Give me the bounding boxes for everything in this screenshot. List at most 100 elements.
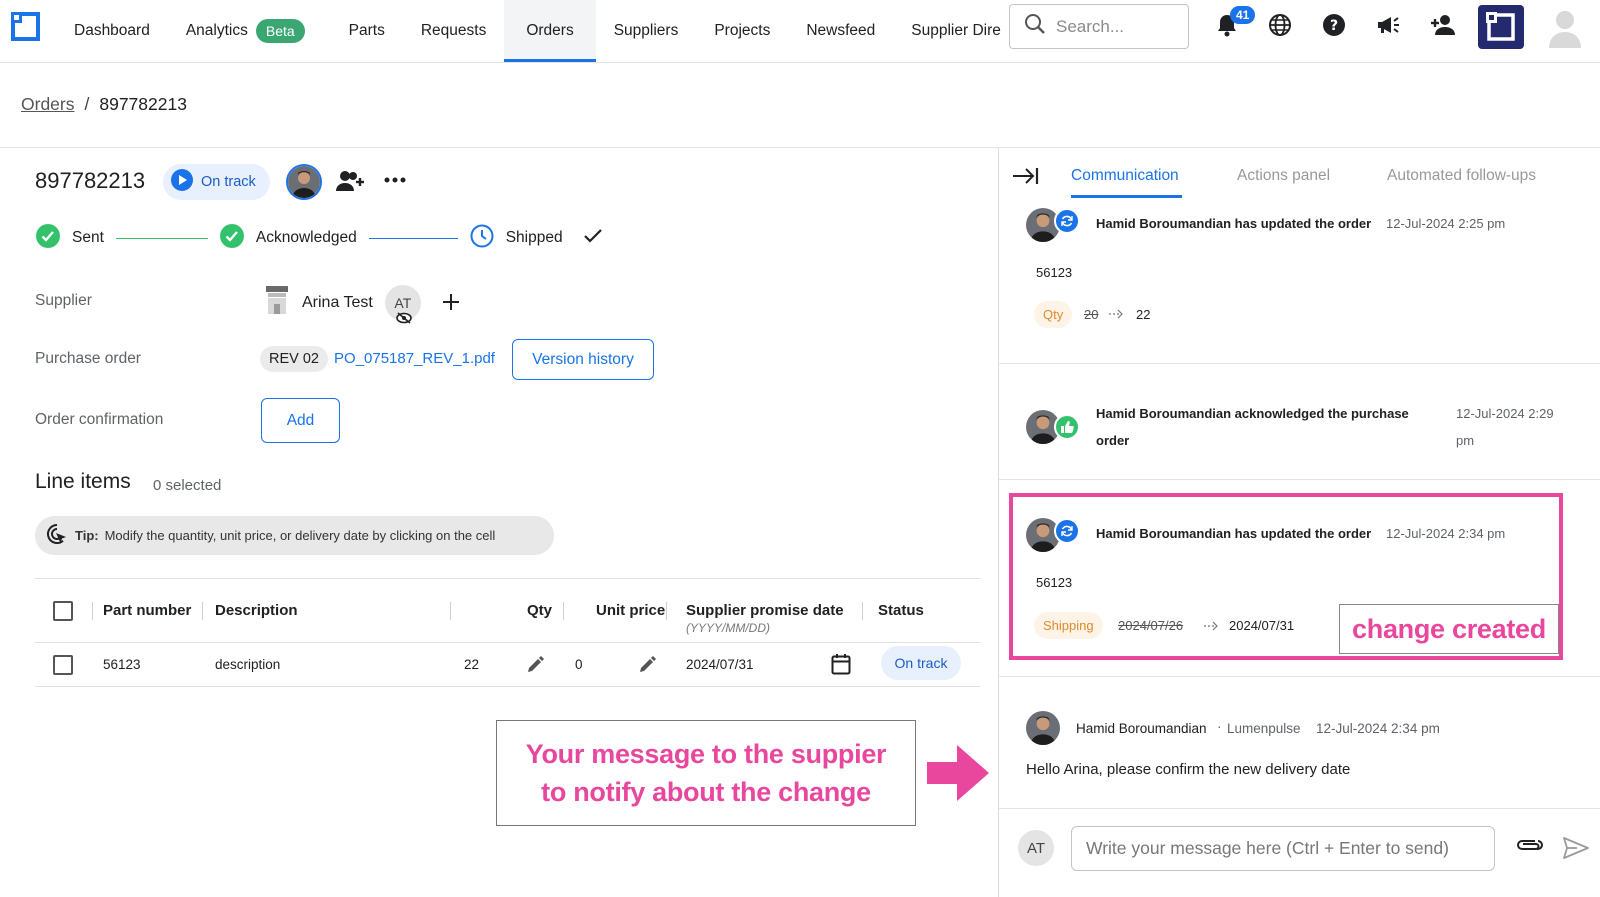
arrow-right-icon [1109, 307, 1125, 325]
message-org: Lumenpulse [1227, 721, 1301, 736]
column-header-status[interactable]: Status [878, 602, 924, 619]
message-body: Hello Arina, please confirm the new deli… [1026, 761, 1351, 778]
breadcrumb-current: 897782213 [99, 94, 187, 114]
nav-item-label: Suppliers [613, 22, 679, 39]
activity-part-number: 56123 [1036, 265, 1073, 280]
collapse-panel-icon[interactable] [1013, 166, 1039, 191]
column-header-promise-date[interactable]: Supplier promise date [686, 602, 844, 619]
search-input[interactable] [1056, 16, 1166, 37]
cell-promise-date[interactable]: 2024/07/31 [686, 657, 754, 672]
nav-item-suppliers[interactable]: Suppliers [596, 0, 697, 62]
step-shipped: Shipped [470, 224, 563, 253]
company-logo-tile[interactable] [1478, 5, 1524, 49]
check-circle-icon [219, 223, 244, 253]
line-items-title: Line items [35, 470, 131, 493]
table-top-border [35, 578, 980, 579]
step-label: Shipped [505, 229, 563, 246]
nav-item-supplier-directory[interactable]: Supplier Dire [893, 0, 1010, 62]
help-button[interactable]: ? [1319, 12, 1349, 42]
clock-icon [470, 224, 494, 253]
invite-user-button[interactable] [1428, 12, 1458, 42]
calendar-icon[interactable] [831, 653, 851, 680]
cell-description[interactable]: description [215, 657, 280, 672]
cursor-click-icon [45, 522, 69, 549]
tab-automated-follow-ups[interactable]: Automated follow-ups [1387, 167, 1536, 185]
column-header-description[interactable]: Description [215, 602, 298, 619]
breadcrumb: Orders / 897782213 [21, 94, 187, 115]
add-user-icon [1430, 14, 1456, 41]
step-connector [115, 237, 208, 239]
supplier-contact-avatar[interactable]: AT [384, 284, 421, 324]
breadcrumb-separator: / [84, 94, 90, 114]
nav-item-dashboard[interactable]: Dashboard [56, 0, 168, 62]
nav-item-parts[interactable]: Parts [323, 0, 403, 62]
nav-item-label: Orders [526, 22, 574, 39]
top-navigation: Dashboard Analytics Beta Parts Requests O… [0, 0, 1600, 63]
edit-price-pencil-icon[interactable] [637, 655, 657, 680]
attachment-icon[interactable] [1515, 836, 1543, 859]
version-history-button[interactable]: Version history [512, 339, 654, 380]
row-status-pill[interactable]: On track [881, 646, 961, 680]
language-button[interactable] [1265, 12, 1295, 42]
column-header-unit-price[interactable]: Unit price [596, 602, 665, 619]
edit-qty-pencil-icon[interactable] [525, 655, 545, 680]
composer-avatar: AT [1018, 830, 1054, 866]
notifications-button[interactable]: 41 [1212, 6, 1256, 42]
activity-text: Hamid Boroumandian has updated the order [1096, 216, 1372, 231]
nav-item-newsfeed[interactable]: Newsfeed [788, 0, 893, 62]
step-sent: Sent [36, 223, 104, 253]
tip-label: Tip: [75, 528, 99, 543]
selected-count: 0 selected [153, 477, 222, 494]
supplier-name[interactable]: Arina Test [302, 294, 373, 312]
order-confirmation-label: Order confirmation [35, 411, 164, 428]
order-status-chip[interactable]: On track [163, 164, 270, 200]
help-icon: ? [1322, 13, 1346, 42]
cell-qty[interactable]: 22 [464, 657, 479, 672]
message-time: 12-Jul-2024 2:34 pm [1316, 721, 1440, 736]
message-input[interactable] [1071, 826, 1495, 871]
activity-time: 12-Jul-2024 2:29 [1456, 406, 1554, 421]
activity-time: 12-Jul-2024 2:25 pm [1386, 216, 1506, 231]
select-all-checkbox[interactable] [53, 601, 73, 621]
add-confirmation-button[interactable]: Add [261, 398, 340, 443]
supplier-row: Arina Test AT [264, 284, 461, 324]
app-logo-icon[interactable] [11, 12, 40, 41]
nav-item-requests[interactable]: Requests [403, 0, 504, 62]
column-header-part-number[interactable]: Part number [103, 602, 191, 619]
column-header-qty[interactable]: Qty [527, 602, 552, 619]
nav-item-analytics[interactable]: Analytics Beta [168, 0, 323, 62]
annotation-arrow-icon [927, 745, 989, 806]
change-old-value: 20 [1084, 307, 1099, 322]
column-separator [450, 602, 451, 620]
add-collaborator-button[interactable] [336, 170, 364, 197]
tab-communication[interactable]: Communication [1071, 167, 1179, 185]
feed-divider [999, 808, 1600, 809]
row-checkbox[interactable] [53, 655, 73, 675]
order-owner-avatar[interactable] [286, 164, 322, 200]
thumbs-up-icon [1054, 414, 1080, 440]
cell-unit-price[interactable]: 0 [575, 657, 583, 672]
send-icon[interactable] [1563, 837, 1589, 864]
nav-item-orders[interactable]: Orders [504, 0, 597, 62]
add-contact-button[interactable] [441, 290, 461, 316]
breadcrumb-orders-link[interactable]: Orders [21, 94, 74, 115]
po-file-link[interactable]: PO_075187_REV_1.pdf [334, 350, 495, 367]
more-options-button[interactable] [384, 172, 406, 190]
nav-menu: Dashboard Analytics Beta Parts Requests O… [56, 0, 1010, 62]
nav-item-label: Parts [348, 22, 385, 39]
message-author: Hamid Boroumandian [1076, 721, 1207, 736]
eye-off-icon [396, 311, 412, 327]
message-author-avatar [1026, 711, 1060, 745]
cell-part-number: 56123 [103, 657, 141, 672]
message-annotation-box: Your message to the suppier to notify ab… [496, 720, 916, 826]
nav-item-label: Supplier Dire [911, 22, 1001, 39]
active-tab-indicator [1071, 195, 1182, 198]
search-box[interactable] [1009, 4, 1189, 49]
notification-count-badge: 41 [1230, 6, 1256, 24]
check-circle-icon [36, 223, 60, 253]
globe-icon [1268, 13, 1292, 42]
user-avatar[interactable] [1547, 8, 1583, 48]
announcements-button[interactable] [1373, 12, 1403, 42]
tab-actions-panel[interactable]: Actions panel [1237, 167, 1330, 185]
nav-item-projects[interactable]: Projects [696, 0, 788, 62]
